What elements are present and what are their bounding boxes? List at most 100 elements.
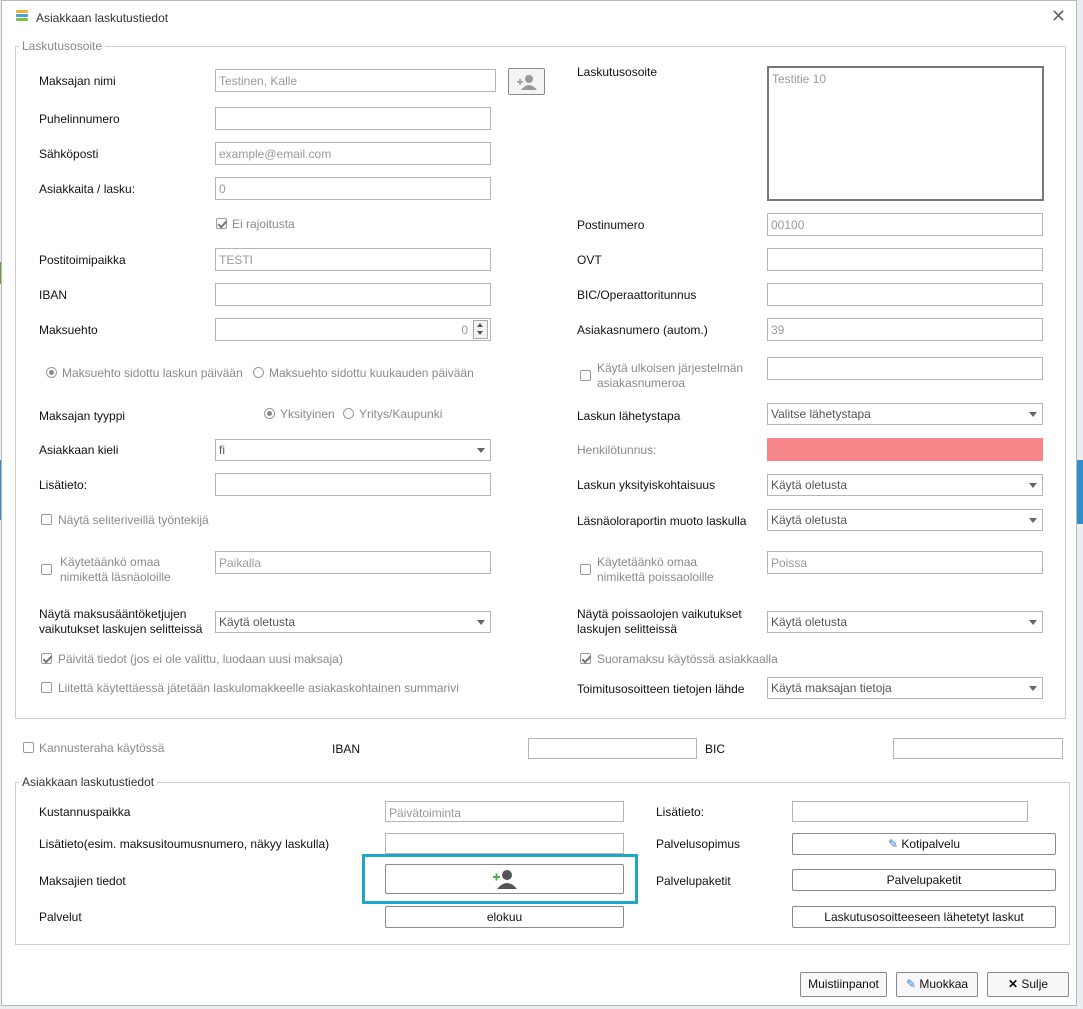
- own-absence-input[interactable]: Poissa: [767, 551, 1043, 574]
- service-packages-label: Palvelupaketit: [656, 874, 731, 888]
- postal-code-label: Postinumero: [577, 218, 645, 232]
- sent-invoices-button[interactable]: Laskutusosoitteeseen lähetetyt laskut: [792, 906, 1056, 928]
- select-payer-button[interactable]: [508, 68, 545, 95]
- cost-center-input[interactable]: Päivätoiminta: [385, 801, 624, 822]
- customer-number-input[interactable]: 39: [767, 318, 1043, 341]
- incentive-bic-label: BIC: [705, 742, 726, 756]
- extra-info-label: Lisätieto:: [39, 478, 88, 492]
- show-rule-effects-select[interactable]: Käytä oletusta: [215, 611, 491, 633]
- post-office-label: Postitoimipaikka: [39, 253, 126, 267]
- close-label: Sulje: [1021, 977, 1049, 991]
- update-info-checkbox[interactable]: [41, 653, 52, 664]
- term-month-radio[interactable]: [253, 367, 264, 378]
- no-limit-checkbox[interactable]: [216, 218, 227, 229]
- cb-extra-info-input[interactable]: [792, 801, 1028, 822]
- pencil-icon: ✎: [905, 977, 916, 991]
- own-presence-label: Käytetäänkö omaa nimikettä läsnäoloille: [60, 555, 171, 584]
- add-user-icon: [516, 75, 537, 90]
- incentive-bic-input[interactable]: [893, 738, 1063, 759]
- incentive-iban-label: IBAN: [332, 742, 361, 756]
- postal-code-input[interactable]: 00100: [767, 213, 1043, 236]
- billing-address-legend: Laskutusosoite: [19, 39, 106, 53]
- attachment-summary-label: Liitettä käytettäessä jätetään laskuloma…: [58, 681, 459, 695]
- term-day-radio[interactable]: [46, 367, 57, 378]
- incentive-checkbox[interactable]: [23, 742, 34, 753]
- update-info-label: Päivitä tiedot (jos ei ole valittu, luod…: [58, 652, 343, 666]
- company-label: Yritys/Kaupunki: [359, 407, 443, 421]
- incentive-iban-input[interactable]: [528, 738, 697, 759]
- payment-term-stepper[interactable]: 0: [215, 318, 491, 341]
- ovt-label: OVT: [577, 253, 602, 267]
- edit-button[interactable]: ✎ Muokkaa: [896, 972, 978, 997]
- ovt-input[interactable]: [767, 248, 1043, 271]
- notes-button[interactable]: Muistiinpanot: [800, 972, 887, 997]
- chevron-down-icon: [1029, 412, 1037, 417]
- attachment-summary-checkbox[interactable]: [41, 682, 52, 693]
- window-title: Asiakkaan laskutustiedot: [36, 11, 169, 25]
- external-number-label: Käytä ulkoisen järjestelmän asiakasnumer…: [597, 361, 744, 390]
- payer-name-input[interactable]: Testinen, Kalle: [215, 69, 496, 92]
- pencil-icon: ✎: [887, 837, 898, 851]
- edit-label: Muokkaa: [919, 977, 969, 991]
- home-service-label: Kotipalvelu: [901, 837, 961, 851]
- company-radio[interactable]: [343, 408, 354, 419]
- customer-number-label: Asiakasnumero (autom.): [577, 323, 708, 337]
- add-payer-button[interactable]: [385, 864, 624, 894]
- close-icon: ✕: [1007, 977, 1019, 991]
- iban-input[interactable]: [215, 283, 491, 306]
- close-icon[interactable]: ✕: [1051, 6, 1066, 27]
- own-absence-checkbox[interactable]: [580, 564, 591, 575]
- customers-per-invoice-input[interactable]: 0: [215, 177, 491, 200]
- payer-name-label: Maksajan nimi: [39, 74, 116, 88]
- chevron-down-icon: [1029, 686, 1037, 691]
- own-presence-checkbox[interactable]: [41, 564, 52, 575]
- services-label: Palvelut: [39, 910, 82, 924]
- phone-input[interactable]: [215, 107, 491, 130]
- iban-label: IBAN: [39, 288, 68, 302]
- show-absence-effects-select[interactable]: Käytä oletusta: [767, 611, 1043, 633]
- own-presence-input[interactable]: Paikalla: [215, 551, 491, 574]
- service-agreement-label: Palvelusopimus: [656, 837, 741, 851]
- privacy-select[interactable]: Käytä oletusta: [767, 474, 1043, 496]
- chevron-down-icon: [477, 620, 485, 625]
- close-button[interactable]: ✕ Sulje: [987, 972, 1069, 997]
- email-label: Sähköposti: [39, 147, 99, 161]
- external-number-input[interactable]: [767, 357, 1043, 380]
- language-select[interactable]: fi: [215, 439, 491, 461]
- cost-center-label: Kustannuspaikka: [39, 805, 131, 819]
- direct-debit-checkbox[interactable]: [580, 653, 591, 664]
- external-number-checkbox[interactable]: [580, 370, 591, 381]
- delivery-info-source-select[interactable]: Käytä maksajan tietoja: [767, 677, 1043, 699]
- extra-info-input[interactable]: [215, 473, 491, 496]
- ref-info-input[interactable]: [385, 833, 624, 854]
- email-input[interactable]: example@email.com: [215, 142, 491, 165]
- private-radio[interactable]: [264, 408, 275, 419]
- stepper-arrows-icon[interactable]: [473, 320, 488, 339]
- post-office-input[interactable]: TESTI: [215, 248, 491, 271]
- privacy-label: Laskun yksityiskohtaisuus: [577, 478, 716, 492]
- private-label: Yksityinen: [280, 407, 335, 421]
- delivery-info-source-value: Käytä maksajan tietoja: [771, 681, 892, 695]
- attendance-format-label: Läsnäoloraportin muoto laskulla: [577, 514, 747, 528]
- payer-type-label: Maksajan tyyppi: [39, 409, 126, 423]
- send-method-select[interactable]: Valitse lähetystapa: [767, 403, 1043, 425]
- address-textarea[interactable]: Testitie 10: [767, 66, 1044, 201]
- payers-label: Maksajien tiedot: [39, 874, 126, 888]
- no-limit-label: Ei rajoitusta: [232, 217, 295, 231]
- show-employee-checkbox[interactable]: [41, 514, 52, 525]
- show-employee-label: Näytä seliteriveillä työntekijä: [58, 513, 209, 527]
- attendance-format-select[interactable]: Käytä oletusta: [767, 509, 1043, 531]
- show-absence-effects-label: Näytä poissaolojen vaikutukset laskujen …: [577, 607, 742, 636]
- chevron-down-icon: [1029, 518, 1037, 523]
- customer-billing-legend: Asiakkaan laskutustiedot: [19, 775, 158, 789]
- bic-input[interactable]: [767, 283, 1043, 306]
- service-packages-button[interactable]: Palvelupaketit: [792, 869, 1056, 891]
- home-service-button[interactable]: ✎ Kotipalvelu: [792, 833, 1056, 855]
- chevron-down-icon: [1029, 483, 1037, 488]
- services-month-button[interactable]: elokuu: [385, 906, 624, 928]
- title-bar: Asiakkaan laskutustiedot ✕: [2, 1, 1076, 33]
- term-month-label: Maksuehto sidottu kuukauden päivään: [269, 366, 474, 380]
- term-day-label: Maksuehto sidottu laskun päivään: [62, 366, 243, 380]
- ssn-input[interactable]: [767, 438, 1043, 461]
- chevron-down-icon: [1029, 620, 1037, 625]
